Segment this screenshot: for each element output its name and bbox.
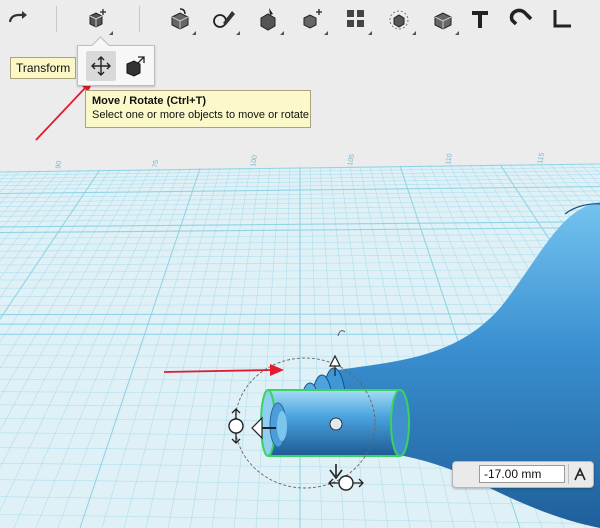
rotate-handle-left-icon[interactable] [228, 418, 244, 434]
pattern-grid-icon [347, 10, 364, 27]
snap-tool-button[interactable] [504, 2, 538, 36]
measure-tool-button[interactable] [545, 2, 579, 36]
construct-cube-icon [260, 8, 276, 31]
primitive-cube-icon [171, 8, 189, 30]
measure-ruler-icon [553, 10, 571, 28]
magnet-snap-icon [509, 8, 533, 26]
combine-cube-icon [434, 12, 452, 30]
redo-button[interactable] [2, 2, 36, 36]
gizmo-center-handle[interactable] [329, 417, 343, 431]
modify-cube-icon [303, 9, 322, 29]
transform-label: Transform [10, 57, 77, 79]
readout-options-button[interactable] [568, 464, 591, 484]
compass-tool-icon [574, 467, 586, 481]
pattern-tool-button[interactable] [339, 2, 373, 36]
construct-tool-button[interactable] [251, 2, 285, 36]
transform-tool-button[interactable] [80, 2, 114, 36]
text-tool-button[interactable] [463, 2, 497, 36]
transform-cube-icon [89, 9, 106, 28]
tooltip-title: Move / Rotate (Ctrl+T) [92, 95, 206, 107]
scale-button[interactable] [120, 51, 150, 81]
transform-subtools-popup [77, 45, 155, 86]
main-toolbar [0, 0, 600, 38]
move-rotate-icon [91, 56, 111, 76]
dimension-readout [452, 461, 594, 488]
text-t-icon [472, 11, 488, 28]
sketch-pencil-icon [213, 11, 235, 28]
tooltip-description: Select one or more objects to move or ro… [92, 109, 310, 121]
rotate-handle-bottom-icon[interactable] [338, 475, 354, 491]
sketch-tool-button[interactable] [207, 2, 241, 36]
tool-tooltip: Move / Rotate (Ctrl+T) Select one or mor… [85, 90, 311, 128]
grouping-cube-icon [389, 10, 409, 30]
primitives-tool-button[interactable] [163, 2, 197, 36]
combine-tool-button[interactable] [426, 2, 460, 36]
grouping-tool-button[interactable] [383, 2, 417, 36]
scale-cube-icon [126, 56, 145, 77]
move-rotate-button[interactable] [86, 51, 116, 81]
modify-tool-button[interactable] [295, 2, 329, 36]
ruler-tick-label: 90 [55, 160, 63, 169]
redo-arrow-icon [8, 11, 27, 23]
dimension-value-input[interactable] [479, 465, 565, 483]
ruler-tick-label: 75 [152, 159, 160, 168]
